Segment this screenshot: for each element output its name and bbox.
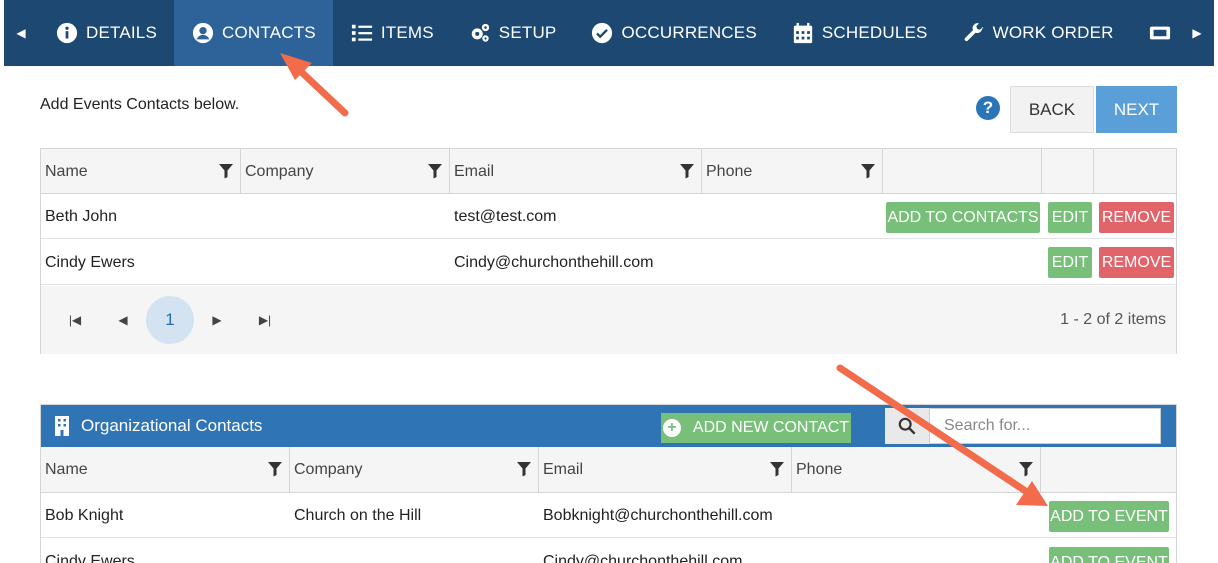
column-header-phone[interactable]: Phone [702, 149, 883, 194]
org-contacts-header: Organizational Contacts + ADD NEW CONTAC… [41, 405, 1176, 447]
org-contacts-grid: Organizational Contacts + ADD NEW CONTAC… [40, 404, 1177, 563]
calendar-icon [791, 21, 815, 45]
app-frame: ◀ DETAILS CONTACTS ITEMS SETUP OCCURRENC… [4, 0, 1214, 563]
intro-text: Add Events Contacts below. [40, 96, 240, 113]
column-label: Company [245, 162, 314, 180]
cell-email: Bobknight@churchonthehill.com [543, 506, 773, 524]
help-icon[interactable]: ? [976, 96, 1000, 120]
ticket-icon [1148, 21, 1172, 45]
filter-icon[interactable] [516, 461, 532, 477]
cell-name: Bob Knight [45, 506, 124, 524]
list-icon [350, 21, 374, 45]
tab-schedules[interactable]: SCHEDULES [774, 0, 945, 66]
add-to-event-button[interactable]: ADD TO EVENT [1049, 501, 1169, 532]
nav-scroll-right-icon[interactable]: ▶ [1180, 0, 1214, 66]
table-row: Cindy Ewers Cindy@churchonthehill.com ED… [41, 240, 1176, 285]
last-page-icon[interactable]: ▶| [253, 286, 277, 354]
tab-setup[interactable]: SETUP [451, 0, 574, 66]
tab-label: CONTACTS [222, 23, 316, 42]
column-label: Name [45, 162, 88, 180]
tab-label: DETAILS [86, 23, 157, 42]
column-label: Name [45, 461, 88, 478]
column-label: Email [543, 461, 584, 478]
cell-name: Cindy Ewers [45, 552, 135, 563]
event-contacts-grid: Name Company Email Phone Beth John test@… [40, 148, 1177, 354]
search-button[interactable] [885, 408, 929, 444]
column-header-name[interactable]: Name [41, 447, 290, 493]
cell-email: test@test.com [454, 207, 557, 225]
tab-label: SCHEDULES [821, 23, 928, 42]
column-header-company[interactable]: Company [241, 149, 450, 194]
remove-button[interactable]: REMOVE [1099, 247, 1174, 278]
cell-name: Cindy Ewers [45, 253, 135, 271]
add-to-contacts-button[interactable]: ADD TO CONTACTS [886, 202, 1040, 233]
column-header-action [883, 149, 1042, 194]
column-header-name[interactable]: Name [41, 149, 241, 194]
tab-label: WORK ORDER [992, 23, 1114, 42]
cell-email: Cindy@churchonthehill.com [543, 552, 743, 563]
pager-info: 1 - 2 of 2 items [1060, 311, 1166, 328]
pager: |◀ ◀ 1 ▶ ▶| 1 - 2 of 2 items [41, 286, 1176, 354]
plus-circle-icon: + [662, 419, 681, 437]
column-label: Phone [796, 461, 843, 478]
filter-icon[interactable] [1018, 461, 1034, 477]
page-number-button[interactable]: 1 [146, 296, 194, 344]
search-icon [898, 417, 916, 435]
filter-icon[interactable] [218, 163, 234, 179]
building-icon [53, 416, 71, 436]
next-button[interactable]: NEXT [1096, 86, 1177, 133]
next-page-icon[interactable]: ▶ [205, 286, 229, 354]
nav-scroll-left-icon[interactable]: ◀ [4, 0, 38, 66]
filter-icon[interactable] [860, 163, 876, 179]
column-header-company[interactable]: Company [290, 447, 539, 493]
column-label: Company [294, 461, 363, 478]
add-to-event-button[interactable]: ADD TO EVENT [1049, 547, 1169, 563]
info-circle-icon [55, 21, 79, 45]
tab-label: ITEMS [380, 23, 434, 42]
column-header-phone[interactable]: Phone [792, 447, 1041, 493]
column-header-edit [1042, 149, 1094, 194]
grid-header: Name Company Email Phone [41, 149, 1176, 194]
cell-company: Church on the Hill [294, 506, 422, 524]
remove-button[interactable]: REMOVE [1099, 202, 1174, 233]
gears-icon [468, 21, 492, 45]
top-nav: ◀ DETAILS CONTACTS ITEMS SETUP OCCURRENC… [4, 0, 1214, 66]
column-label: Phone [706, 162, 753, 180]
org-contacts-title: Organizational Contacts [53, 405, 262, 447]
filter-icon[interactable] [427, 163, 443, 179]
tab-label: OCCURRENCES [621, 23, 757, 42]
add-new-contact-button[interactable]: + ADD NEW CONTACT [661, 413, 851, 443]
tab-details[interactable]: DETAILS [38, 0, 174, 66]
first-page-icon[interactable]: |◀ [63, 286, 87, 354]
cell-name: Beth John [45, 207, 118, 225]
cell-email: Cindy@churchonthehill.com [454, 253, 654, 271]
table-row: Bob Knight Church on the Hill Bobknight@… [41, 493, 1176, 538]
edit-button[interactable]: EDIT [1048, 247, 1092, 278]
back-button[interactable]: BACK [1010, 86, 1094, 133]
tab-work-order[interactable]: WORK ORDER [945, 0, 1131, 66]
column-header-email[interactable]: Email [539, 447, 792, 493]
check-circle-icon [590, 21, 614, 45]
column-header-email[interactable]: Email [450, 149, 702, 194]
column-label: Email [454, 162, 495, 180]
filter-icon[interactable] [769, 461, 785, 477]
table-row: Cindy Ewers Cindy@churchonthehill.com AD… [41, 539, 1176, 563]
tab-label: SETUP [498, 23, 557, 42]
user-circle-icon [191, 21, 215, 45]
tab-occurrences[interactable]: OCCURRENCES [573, 0, 773, 66]
add-new-contact-label: ADD NEW CONTACT [692, 419, 850, 436]
tab-items[interactable]: ITEMS [333, 0, 451, 66]
table-row: Beth John test@test.com ADD TO CONTACTS … [41, 194, 1176, 239]
search-input[interactable] [929, 408, 1161, 444]
filter-icon[interactable] [679, 163, 695, 179]
prev-page-icon[interactable]: ◀ [111, 286, 135, 354]
org-contacts-title-text: Organizational Contacts [81, 416, 263, 435]
filter-icon[interactable] [267, 461, 283, 477]
org-grid-header: Name Company Email Phone [41, 447, 1176, 493]
edit-button[interactable]: EDIT [1048, 202, 1092, 233]
wrench-icon [962, 21, 986, 45]
tab-contacts[interactable]: CONTACTS [174, 0, 333, 66]
